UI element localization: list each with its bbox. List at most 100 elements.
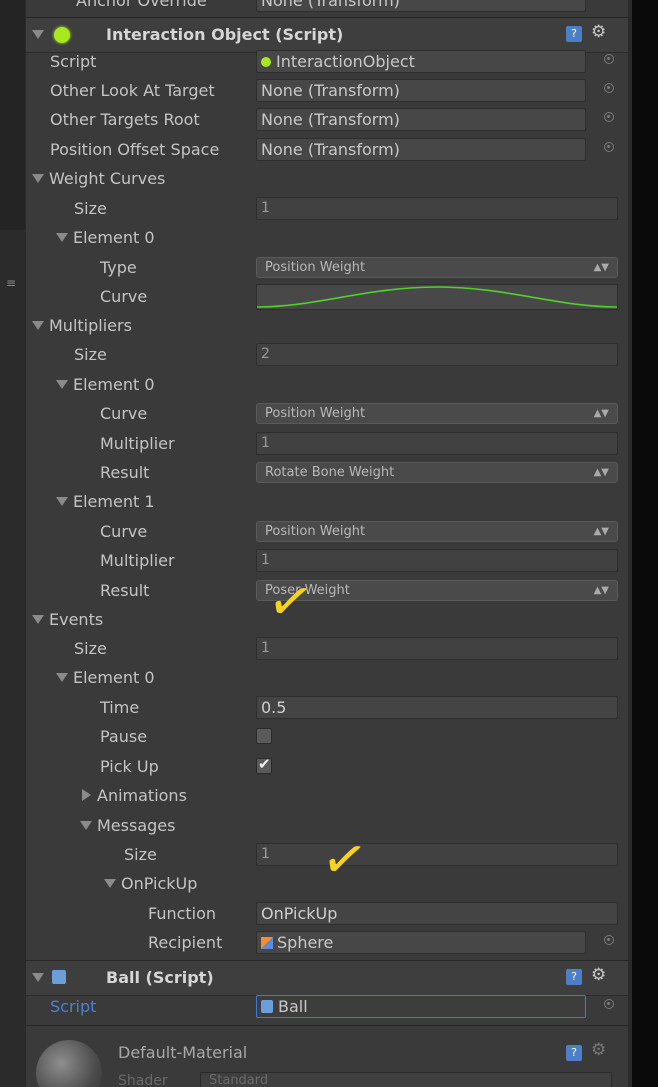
foldout-arrow-icon[interactable] [32, 321, 44, 330]
foldout-arrow-icon[interactable] [32, 174, 44, 183]
events-size-row: Size 1 [26, 634, 628, 663]
gear-icon[interactable]: ⚙ [591, 1040, 606, 1060]
dropdown-caret-icon: ▲▼ [593, 408, 609, 419]
script-value: InteractionObject [276, 52, 415, 71]
gear-icon[interactable]: ⚙ [591, 965, 606, 985]
position-offset-space-field[interactable]: None (Transform) [256, 138, 586, 161]
ball-script-header[interactable]: Ball (Script) ? ⚙ [26, 960, 628, 996]
cs-script-icon [52, 970, 66, 984]
curve-graph [256, 286, 618, 308]
multipliers-foldout[interactable]: Multipliers [26, 311, 628, 340]
function-row: Function OnPickUp [26, 899, 628, 928]
multiplier-label: Multiplier [100, 434, 175, 453]
weight-curves-size-row: Size 1 [26, 194, 628, 223]
time-field[interactable]: 0.5 [256, 696, 618, 719]
pickup-checkbox[interactable] [256, 755, 272, 774]
gear-icon[interactable]: ⚙ [591, 22, 606, 42]
type-label: Type [100, 258, 137, 277]
multipliers-element0-foldout[interactable]: Element 0 [26, 370, 628, 399]
events-label: Events [32, 605, 103, 634]
element0-label: Element 0 [56, 370, 155, 399]
foldout-arrow-icon[interactable] [32, 615, 44, 624]
multipliers-size-field[interactable]: 2 [256, 343, 618, 366]
curve-label: Curve [100, 404, 148, 423]
script-field[interactable]: InteractionObject [256, 50, 586, 73]
pause-label: Pause [100, 727, 148, 746]
other-look-at-target-label: Other Look At Target [50, 81, 215, 100]
dropdown-caret-icon: ▲▼ [593, 467, 609, 478]
m0-multiplier-field[interactable]: 1 [256, 432, 618, 455]
help-icon[interactable]: ? [566, 969, 582, 985]
dropdown-caret-icon: ▲▼ [593, 262, 609, 273]
cs-script-icon [261, 1000, 273, 1013]
m0-curve-dropdown[interactable]: Position Weight ▲▼ [256, 403, 618, 424]
script-icon [261, 57, 271, 67]
m1-result-row: Result Poser Weight ▲▼ [26, 576, 628, 605]
scrollbar-track[interactable] [628, 0, 632, 1087]
size-label: Size [74, 199, 107, 218]
size-label: Size [74, 639, 107, 658]
other-targets-root-field[interactable]: None (Transform) [256, 108, 586, 131]
pause-checkbox[interactable] [256, 728, 272, 744]
result-label: Result [100, 463, 150, 482]
m1-multiplier-field[interactable]: 1 [256, 549, 618, 572]
object-picker-icon[interactable] [604, 142, 614, 152]
type-value: Position Weight [265, 260, 366, 275]
foldout-arrow-icon[interactable] [80, 821, 92, 830]
foldout-arrow-icon[interactable] [32, 30, 44, 39]
position-offset-space-label: Position Offset Space [50, 140, 220, 159]
anchor-override-row: Anchor Override None (Transform) [26, 0, 628, 15]
events-element0-foldout[interactable]: Element 0 [26, 663, 628, 692]
object-picker-icon[interactable] [604, 112, 614, 122]
foldout-arrow-icon[interactable] [56, 380, 68, 389]
pause-row: Pause [26, 722, 628, 751]
dropdown-caret-icon: ▲▼ [593, 585, 609, 596]
recipient-field[interactable]: Sphere [256, 931, 586, 954]
ball-script-field[interactable]: Ball [256, 995, 586, 1018]
object-picker-icon[interactable] [604, 935, 614, 945]
foldout-arrow-icon[interactable] [56, 673, 68, 682]
other-look-at-target-row: Other Look At Target None (Transform) [26, 76, 628, 105]
function-field[interactable]: OnPickUp [256, 902, 618, 925]
script-component-icon [54, 27, 70, 43]
time-label: Time [100, 698, 140, 717]
element1-label: Element 1 [56, 487, 155, 516]
curve-label: Curve [100, 522, 148, 541]
events-size-field[interactable]: 1 [256, 637, 618, 660]
type-dropdown[interactable]: Position Weight ▲▼ [256, 257, 618, 278]
m0-multiplier-row: Multiplier 1 [26, 429, 628, 458]
weight-curves-size-field[interactable]: 1 [256, 197, 618, 220]
object-picker-icon[interactable] [604, 83, 614, 93]
object-picker-icon[interactable] [604, 54, 614, 64]
multipliers-element1-foldout[interactable]: Element 1 [26, 487, 628, 516]
messages-size-field[interactable]: 1 [256, 843, 618, 866]
help-icon[interactable]: ? [566, 26, 582, 42]
weight-curves-element0-foldout[interactable]: Element 0 [26, 223, 628, 252]
curve-field[interactable] [256, 284, 618, 310]
foldout-arrow-icon[interactable] [56, 497, 68, 506]
events-foldout[interactable]: Events [26, 605, 628, 634]
foldout-arrow-icon[interactable] [104, 879, 116, 888]
weight-curves-label: Weight Curves [32, 164, 165, 193]
foldout-collapsed-arrow-icon[interactable] [82, 789, 91, 801]
shader-dropdown[interactable]: Standard [200, 1072, 612, 1087]
component-title: Ball (Script) [106, 968, 214, 987]
messages-label: Messages [80, 811, 175, 840]
help-icon[interactable]: ? [566, 1045, 582, 1061]
foldout-arrow-icon[interactable] [32, 973, 44, 982]
foldout-arrow-icon[interactable] [56, 233, 68, 242]
m0-result-value: Rotate Bone Weight [265, 465, 395, 480]
gameobject-icon [261, 937, 273, 949]
m0-result-dropdown[interactable]: Rotate Bone Weight ▲▼ [256, 462, 618, 483]
anchor-override-field[interactable]: None (Transform) [256, 0, 586, 12]
m0-curve-row: Curve Position Weight ▲▼ [26, 399, 628, 428]
other-look-at-target-field[interactable]: None (Transform) [256, 79, 586, 102]
m1-curve-dropdown[interactable]: Position Weight ▲▼ [256, 521, 618, 542]
object-picker-icon[interactable] [604, 999, 614, 1009]
animations-foldout[interactable]: Animations [26, 781, 628, 810]
panel-menu-icon[interactable]: ≡ [6, 276, 16, 290]
curve-row: Curve [26, 282, 628, 311]
m1-curve-row: Curve Position Weight ▲▼ [26, 517, 628, 546]
weight-curves-foldout[interactable]: Weight Curves [26, 164, 628, 193]
m1-curve-value: Position Weight [265, 524, 366, 539]
